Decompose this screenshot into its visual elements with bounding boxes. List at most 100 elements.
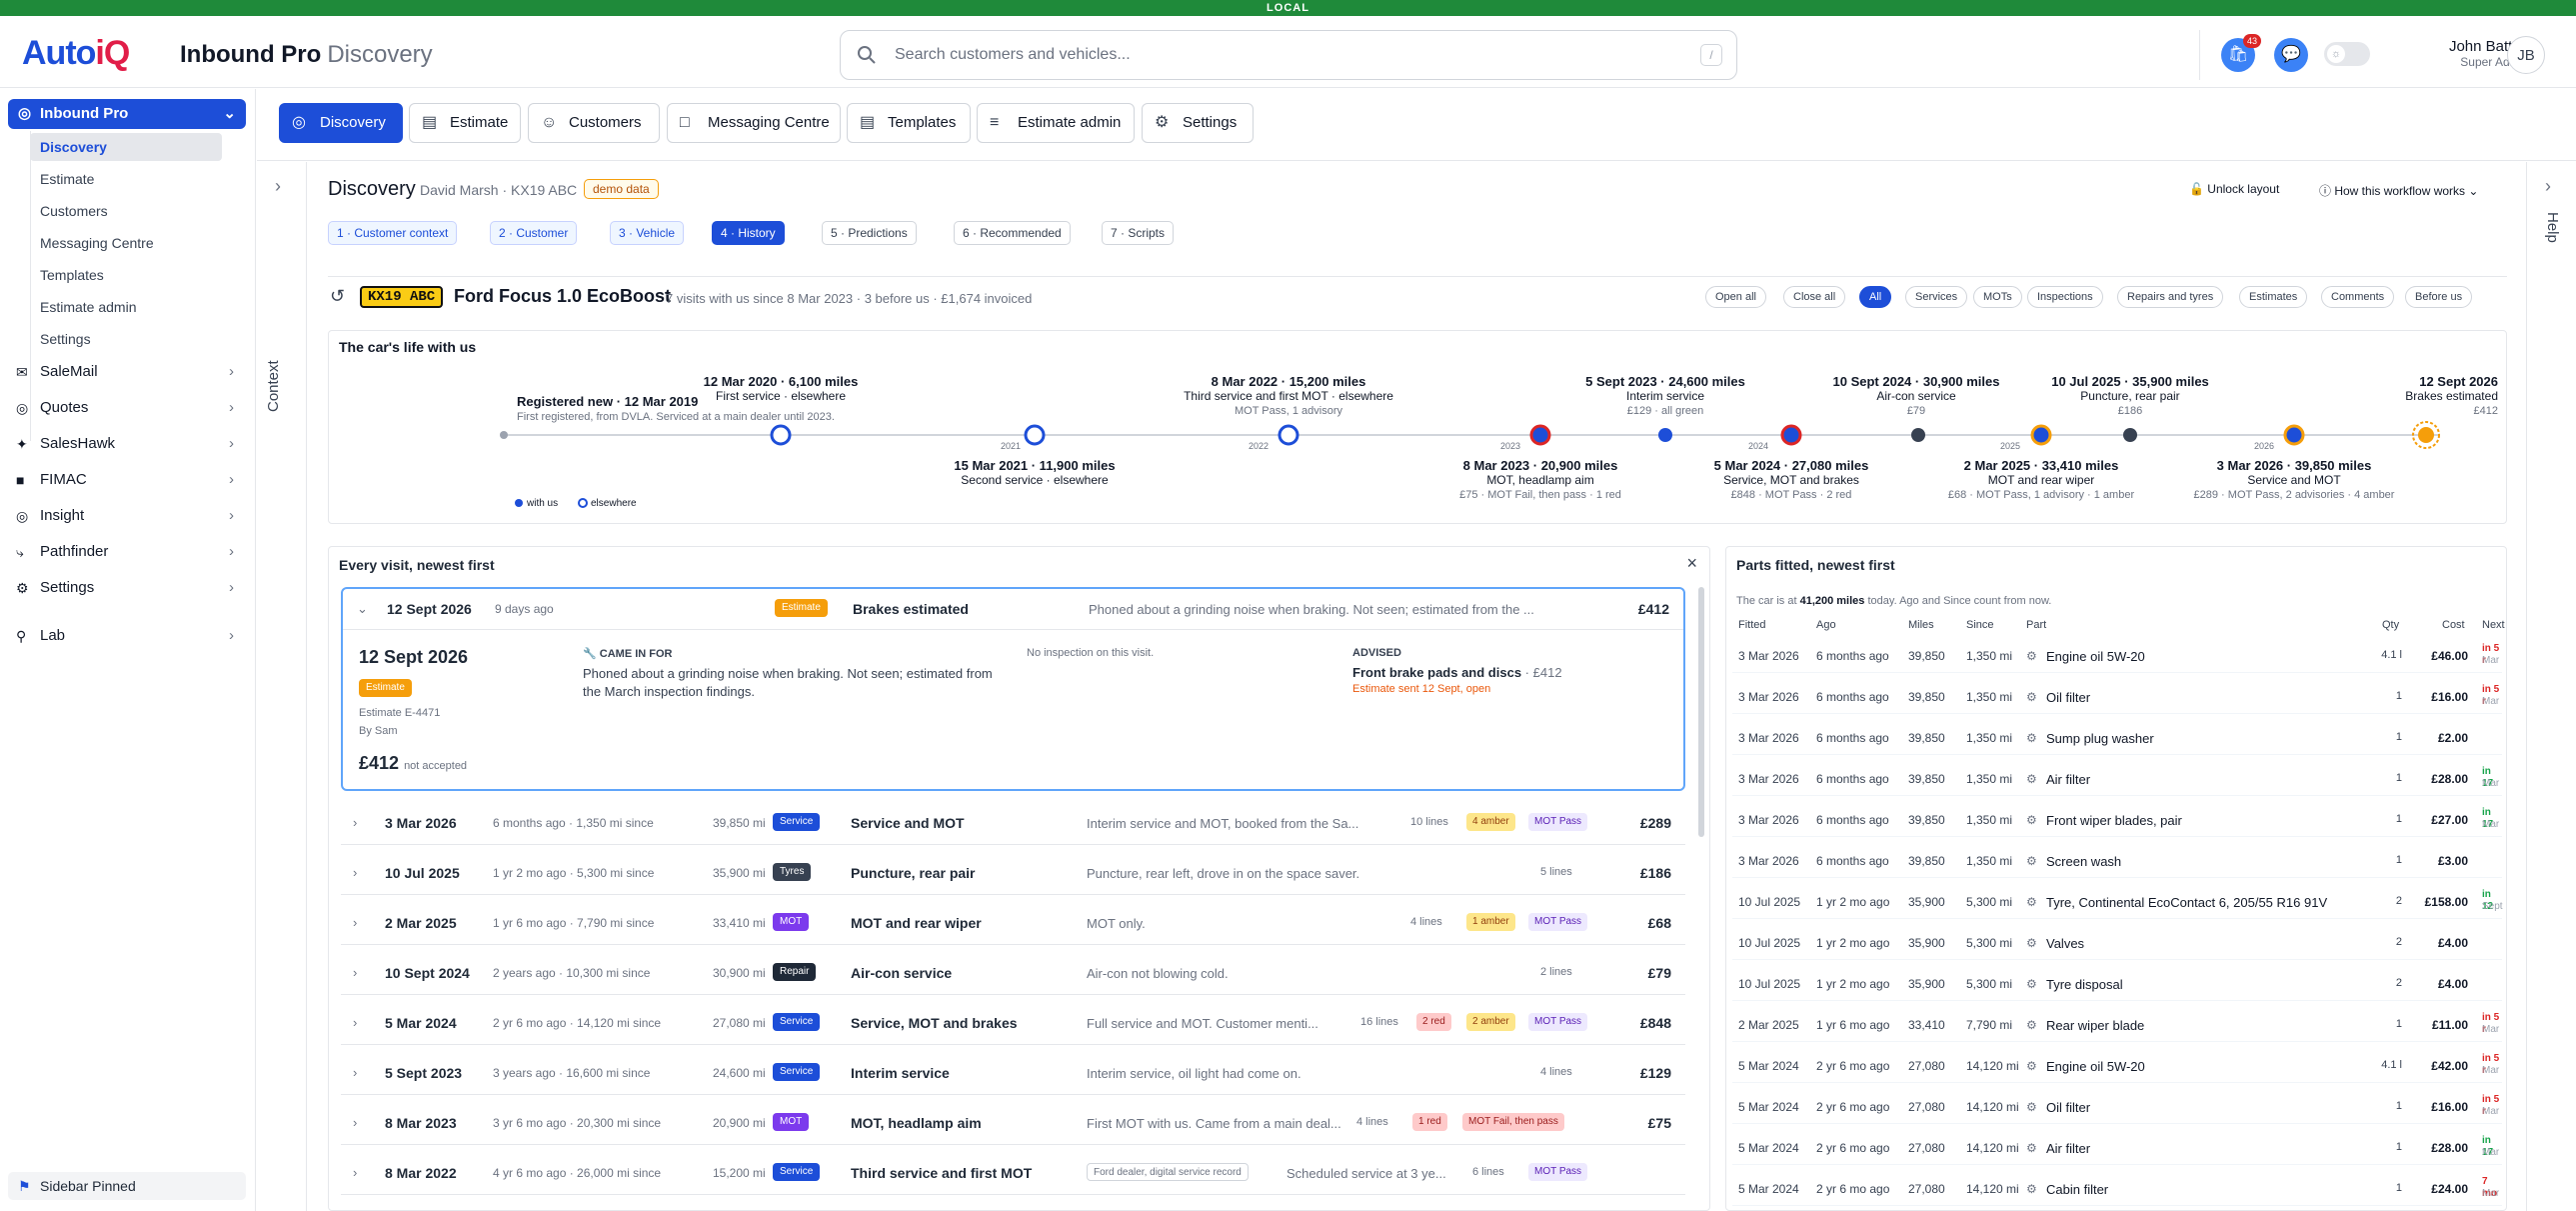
step-scripts[interactable]: 7 · Scripts — [1102, 221, 1175, 245]
part-row[interactable]: 2 Mar 2025 1 yr 6 mo ago 33,410 7,790 mi ⚙ Re… — [1732, 1006, 2502, 1042]
visit-marker-repair[interactable] — [1911, 428, 1925, 442]
filter-inspections[interactable]: Inspections — [2027, 286, 2103, 308]
how-workflow-button[interactable]: ⓘ How this workflow works ⌄ — [2319, 182, 2478, 199]
chevron-right-icon[interactable]: › — [2545, 176, 2551, 197]
shop-bag-button[interactable]: 🛍 43 — [2221, 34, 2261, 72]
unlock-layout-button[interactable]: 🔓 Unlock layout — [2189, 182, 2279, 196]
chevron-right-icon[interactable]: › — [353, 815, 357, 830]
sidebar-subitem-estimate-admin[interactable]: Estimate admin — [30, 293, 222, 321]
part-row[interactable]: 3 Mar 2026 6 months ago 39,850 1,350 mi ⚙ Oil… — [1732, 678, 2502, 714]
step-customer[interactable]: 2 · Customer — [490, 221, 578, 245]
sidebar-item-lab[interactable]: ⚲ Lab › — [14, 621, 244, 651]
help-panel-collapsed[interactable]: › Help — [2526, 162, 2576, 1211]
chevron-right-icon[interactable]: › — [353, 1115, 357, 1130]
sidebar-item-salemail[interactable]: ✉ SaleMail › — [14, 357, 244, 387]
sidebar-item-pathfinder[interactable]: ⤷ Pathfinder › — [14, 537, 244, 567]
sidebar-item-quotes[interactable]: ◎ Quotes › — [14, 393, 244, 423]
autoiq-logo[interactable]: AutoiQ — [22, 34, 130, 73]
visit-marker-red[interactable] — [1529, 424, 1551, 446]
sidebar-subitem-settings[interactable]: Settings — [30, 325, 222, 353]
sidebar-pinned-toggle[interactable]: ⚑ Sidebar Pinned — [8, 1172, 246, 1200]
sidebar-subitem-customers[interactable]: Customers — [30, 197, 222, 225]
visit-marker-estimate[interactable] — [2418, 427, 2434, 443]
chevron-right-icon[interactable]: › — [353, 965, 357, 980]
visit-marker-tyres[interactable] — [2123, 428, 2137, 442]
part-row[interactable]: 10 Jul 2025 1 yr 2 mo ago 35,900 5,300 mi ⚙ T… — [1732, 883, 2503, 919]
chevron-right-icon[interactable]: › — [275, 176, 281, 197]
filter-mots[interactable]: MOTs — [1973, 286, 2022, 308]
visit-marker-amber[interactable] — [2283, 424, 2305, 446]
chevron-right-icon[interactable]: › — [353, 1065, 357, 1080]
theme-toggle[interactable]: ☼ — [2324, 42, 2370, 66]
filter-services[interactable]: Services — [1905, 286, 1968, 308]
tab-discovery[interactable]: ◎ Discovery — [279, 103, 403, 143]
tab-templates[interactable]: ▤ Templates — [847, 103, 971, 143]
open-all-button[interactable]: Open all — [1705, 286, 1766, 308]
messages-button[interactable]: 💬 — [2274, 38, 2308, 72]
visit-marker-elsewhere[interactable] — [770, 424, 792, 446]
part-row[interactable]: 10 Jul 2025 1 yr 2 mo ago 35,900 5,300 mi ⚙ V… — [1732, 924, 2502, 960]
part-row[interactable]: 3 Mar 2026 6 months ago 39,850 1,350 mi ⚙ Sum… — [1732, 719, 2502, 755]
part-row[interactable]: 5 Mar 2024 2 yr 6 mo ago 27,080 14,120 mi ⚙ C… — [1732, 1170, 2502, 1206]
sidebar-item-insight[interactable]: ◎ Insight › — [14, 501, 244, 531]
part-row[interactable]: 3 Mar 2026 6 months ago 39,850 1,350 mi ⚙ Air… — [1732, 760, 2502, 796]
search-box[interactable]: Search customers and vehicles... / — [840, 30, 1737, 80]
part-row[interactable]: 5 Mar 2024 2 yr 6 mo ago 27,080 14,120 mi ⚙ E… — [1732, 1047, 2502, 1083]
timeline-event[interactable]: 3 Mar 2026 · 39,850 miles Service and MOT… — [2170, 459, 2418, 502]
sidebar-subitem-discovery[interactable]: Discovery — [30, 133, 222, 161]
part-row[interactable]: 3 Mar 2026 6 months ago 39,850 1,350 mi ⚙ Scr… — [1732, 842, 2502, 878]
scrollbar[interactable] — [1698, 587, 1704, 837]
step-vehicle[interactable]: 3 · Vehicle — [610, 221, 685, 245]
step-customer-context[interactable]: 1 · Customer context — [328, 221, 458, 245]
part-row[interactable]: 3 Mar 2026 6 months ago 39,850 1,350 mi ⚙ Eng… — [1732, 637, 2502, 673]
visit-marker-elsewhere[interactable] — [1278, 424, 1299, 446]
visit-row[interactable]: › 10 Jul 2025 1 yr 2 mo ago · 5,300 mi sin… — [341, 851, 1685, 895]
chevron-right-icon[interactable]: › — [353, 865, 357, 880]
visit-marker-red[interactable] — [1780, 424, 1802, 446]
sidebar-subitem-messaging-centre[interactable]: Messaging Centre — [30, 229, 222, 257]
sidebar-subitem-templates[interactable]: Templates — [30, 261, 222, 289]
close-icon[interactable]: × — [1686, 553, 1697, 574]
chevron-right-icon[interactable]: › — [353, 915, 357, 930]
timeline-event[interactable]: 5 Mar 2024 · 27,080 miles Service, MOT an… — [1686, 459, 1896, 502]
visit-row[interactable]: › 3 Mar 2026 6 months ago · 1,350 mi since… — [341, 801, 1685, 845]
avatar[interactable]: JB — [2507, 36, 2545, 74]
visit-marker-green[interactable] — [1658, 428, 1672, 442]
part-row[interactable]: 5 Mar 2024 2 yr 6 mo ago 27,080 14,120 mi ⚙ O… — [1732, 1088, 2502, 1124]
chevron-right-icon[interactable]: › — [353, 1165, 357, 1180]
sidebar-item-settings[interactable]: ⚙ Settings › — [14, 573, 244, 603]
step-predictions[interactable]: 5 · Predictions — [822, 221, 917, 245]
timeline-event[interactable]: 8 Mar 2023 · 20,900 miles MOT, headlamp a… — [1420, 459, 1660, 502]
tab-customers[interactable]: ☺ Customers — [528, 103, 660, 143]
timeline-event[interactable]: 12 Mar 2020 · 6,100 miles First service ·… — [661, 375, 901, 404]
visit-row[interactable]: › 2 Mar 2025 1 yr 6 mo ago · 7,790 mi sinc… — [341, 901, 1685, 945]
tab-settings[interactable]: ⚙ Settings — [1142, 103, 1254, 143]
part-row[interactable]: 10 Jul 2025 1 yr 2 mo ago 35,900 5,300 mi ⚙ T… — [1732, 965, 2502, 1001]
filter-comments[interactable]: Comments — [2321, 286, 2395, 308]
chevron-right-icon[interactable]: › — [353, 1015, 357, 1030]
filter-estimates[interactable]: Estimates — [2239, 286, 2308, 308]
chevron-down-icon[interactable]: ⌄ — [357, 601, 368, 617]
visit-row[interactable]: › 10 Sept 2024 2 years ago · 10,300 mi sin… — [341, 951, 1685, 995]
sidebar-item-inbound-pro[interactable]: ◎ Inbound Pro ⌄ — [8, 99, 246, 129]
timeline-event[interactable]: 10 Sept 2024 · 30,900 miles Air-con servi… — [1816, 375, 2016, 418]
filter-all[interactable]: All — [1859, 286, 1892, 308]
step-history[interactable]: 4 · History — [712, 221, 785, 245]
part-row[interactable]: 3 Mar 2026 6 months ago 39,850 1,350 mi ⚙ Fro… — [1732, 801, 2502, 837]
timeline-event[interactable]: 12 Sept 2026 Brakes estimated £412 — [2348, 375, 2498, 418]
timeline-event[interactable]: 15 Mar 2021 · 11,900 miles Second service… — [915, 459, 1155, 488]
sidebar-subitem-estimate[interactable]: Estimate — [30, 165, 222, 193]
close-all-button[interactable]: Close all — [1783, 286, 1846, 308]
visit-row[interactable]: › 5 Mar 2024 2 yr 6 mo ago · 14,120 mi sin… — [341, 1001, 1685, 1045]
filter-before-us[interactable]: Before us — [2405, 286, 2473, 308]
visit-row[interactable]: › 5 Sept 2023 3 years ago · 16,600 mi sinc… — [341, 1051, 1685, 1095]
timeline-event[interactable]: 2 Mar 2025 · 33,410 miles MOT and rear wi… — [1921, 459, 2161, 502]
timeline-event[interactable]: 10 Jul 2025 · 35,900 miles Puncture, rear… — [2040, 375, 2220, 418]
visit-row[interactable]: › 8 Mar 2023 3 yr 6 mo ago · 20,300 mi sin… — [341, 1101, 1685, 1145]
filter-repairs-tyres[interactable]: Repairs and tyres — [2117, 286, 2224, 308]
sidebar-item-saleshawk[interactable]: ✦ SalesHawk › — [14, 429, 244, 459]
tab-estimate-admin[interactable]: ≡ Estimate admin — [977, 103, 1135, 143]
tab-estimate[interactable]: ▤ Estimate — [409, 103, 521, 143]
step-recommended[interactable]: 6 · Recommended — [954, 221, 1071, 245]
sidebar-item-fimac[interactable]: ■ FIMAC › — [14, 465, 244, 495]
